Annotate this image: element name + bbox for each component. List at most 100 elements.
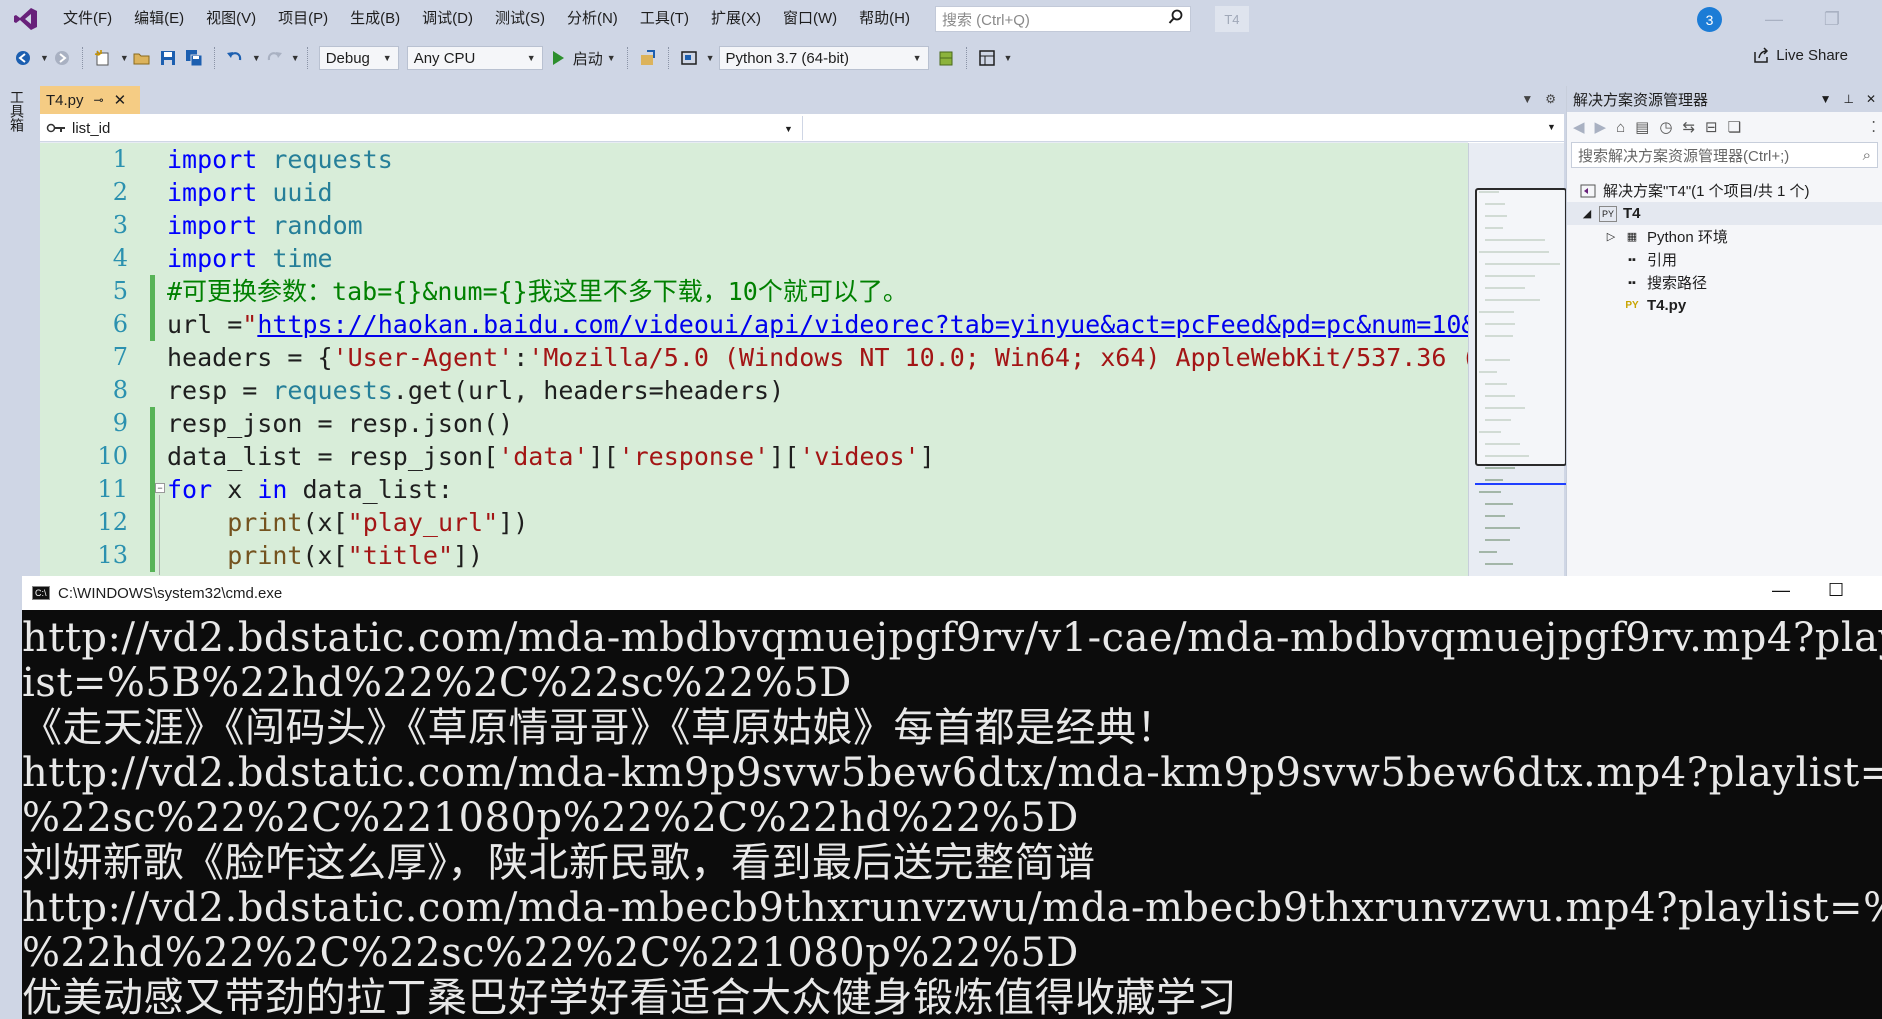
- python-packages-icon[interactable]: [935, 47, 957, 69]
- solution-name-tag: T4: [1214, 6, 1249, 32]
- menu-item[interactable]: 测试(S): [484, 0, 556, 38]
- tree-item-search-paths[interactable]: ▪▪ 搜索路径: [1623, 271, 1707, 294]
- code-text-area[interactable]: 1 2 3 4 5 6 7 8 9 10 11 12 13 import requests import …: [40, 143, 1468, 576]
- visual-studio-logo-icon[interactable]: [0, 0, 52, 38]
- code-token[interactable]: https://haokan.baidu.com/videoui/api/vid…: [257, 310, 1468, 339]
- search-input[interactable]: 搜索 (Ctrl+Q): [934, 6, 1191, 32]
- code-token: requests: [257, 145, 393, 174]
- collapse-icon[interactable]: −: [155, 483, 165, 493]
- sync-icon[interactable]: ⇆: [1682, 118, 1695, 136]
- window-position-dropdown-icon[interactable]: ▼: [1820, 92, 1832, 106]
- pin-icon[interactable]: ⊥: [1843, 92, 1853, 106]
- minimap-scrollbar[interactable]: [1468, 143, 1567, 576]
- menu-bar: 文件(F) 编辑(E) 视图(V) 项目(P) 生成(B) 调试(D) 测试(S) 分析(N)…: [0, 0, 1882, 38]
- cmd-window[interactable]: C:\ C:\WINDOWS\system32\cmd.exe — ☐ http…: [22, 576, 1882, 1019]
- close-icon[interactable]: ✕: [1866, 92, 1876, 106]
- menu-item[interactable]: 项目(P): [267, 0, 339, 38]
- collapse-all-icon[interactable]: ⊟: [1705, 118, 1718, 136]
- solution-configuration-dropdown[interactable]: Debug ▼: [318, 46, 399, 70]
- code-line[interactable]: for x in data_list:: [167, 473, 453, 506]
- scope-dropdown[interactable]: ▼: [802, 116, 1558, 140]
- redo-caret-icon[interactable]: ▼: [291, 53, 300, 63]
- more-options-icon[interactable]: ⁚: [1871, 118, 1876, 136]
- forward-arrow-icon[interactable]: [51, 47, 73, 69]
- member-dropdown[interactable]: list_id ▼: [40, 116, 798, 140]
- menu-item[interactable]: 扩展(X): [700, 0, 772, 38]
- settings-gear-icon[interactable]: ⚙: [1545, 92, 1556, 106]
- code-line[interactable]: data_list = resp_json['data']['response'…: [167, 440, 935, 473]
- window-layout-icon[interactable]: [678, 47, 700, 69]
- pending-changes-filter-icon[interactable]: ◷: [1659, 118, 1672, 136]
- restore-icon[interactable]: ❐: [1820, 8, 1844, 30]
- redo-icon[interactable]: [263, 47, 285, 69]
- menu-item[interactable]: 窗口(W): [772, 0, 848, 38]
- solution-platform-dropdown[interactable]: Any CPU ▼: [406, 46, 543, 70]
- back-dropdown-caret-icon[interactable]: ▼: [40, 53, 49, 63]
- code-line[interactable]: print(x["title"]): [167, 539, 483, 572]
- home-icon[interactable]: ⌂: [1616, 119, 1625, 136]
- minimap-viewport[interactable]: [1475, 188, 1567, 466]
- code-line[interactable]: url ="https://haokan.baidu.com/videoui/a…: [167, 308, 1468, 341]
- code-line[interactable]: resp_json = resp.json(): [167, 407, 513, 440]
- code-line[interactable]: import random: [167, 209, 363, 242]
- toolbar-overflow-caret-icon[interactable]: ▼: [1004, 53, 1013, 63]
- collapsed-arrow-icon[interactable]: ▷: [1605, 229, 1617, 245]
- cmd-titlebar[interactable]: C:\ C:\WINDOWS\system32\cmd.exe — ☐: [22, 576, 1882, 610]
- pin-icon[interactable]: ⊸: [94, 93, 104, 107]
- code-lines[interactable]: import requests import uuid import random i…: [167, 143, 1468, 576]
- menu-item[interactable]: 编辑(E): [123, 0, 195, 38]
- code-line[interactable]: import uuid: [167, 176, 333, 209]
- minimize-icon[interactable]: —: [1772, 580, 1790, 601]
- forward-icon[interactable]: ▶: [1595, 118, 1607, 136]
- new-project-icon[interactable]: [92, 47, 114, 69]
- tab-t4-py[interactable]: T4.py ⊸ ✕: [40, 86, 140, 114]
- minimize-icon[interactable]: —: [1762, 8, 1786, 30]
- start-button[interactable]: 启动 ▼: [551, 48, 616, 69]
- code-line[interactable]: resp = requests.get(url, headers=headers…: [167, 374, 784, 407]
- switch-views-icon[interactable]: ▤: [1635, 118, 1649, 136]
- show-all-files-icon[interactable]: ❏: [1728, 118, 1741, 136]
- solution-node[interactable]: 解决方案"T4"(1 个项目/共 1 个): [1579, 179, 1810, 202]
- back-arrow-icon[interactable]: [12, 47, 34, 69]
- menu-item[interactable]: 文件(F): [52, 0, 123, 38]
- cmd-output[interactable]: http://vd2.bdstatic.com/mda-mbdbvqmuejpg…: [22, 616, 1882, 1019]
- back-icon[interactable]: ◀: [1573, 118, 1585, 136]
- tree-item-references[interactable]: ▪▪ 引用: [1623, 248, 1677, 271]
- menu-item[interactable]: 工具(T): [629, 0, 700, 38]
- menu-item[interactable]: 分析(N): [556, 0, 629, 38]
- save-icon[interactable]: [157, 47, 179, 69]
- code-line[interactable]: headers = {'User-Agent':'Mozilla/5.0 (Wi…: [167, 341, 1468, 374]
- code-line[interactable]: import requests: [167, 143, 393, 176]
- layout-caret-icon[interactable]: ▼: [706, 53, 715, 63]
- save-all-icon[interactable]: [183, 47, 205, 69]
- panel-layout-icon[interactable]: [976, 47, 998, 69]
- close-icon[interactable]: ✕: [114, 91, 127, 109]
- toolbox-strip: [0, 86, 30, 576]
- menu-item[interactable]: 调试(D): [411, 0, 484, 38]
- menu-item[interactable]: 生成(B): [339, 0, 411, 38]
- live-share-button[interactable]: Live Share: [1752, 46, 1848, 64]
- toolbox-tab[interactable]: 工具箱: [7, 90, 27, 132]
- undo-icon[interactable]: [224, 47, 246, 69]
- minimap[interactable]: [1475, 183, 1567, 565]
- code-line[interactable]: import time: [167, 242, 333, 275]
- attach-process-icon[interactable]: [637, 47, 659, 69]
- new-project-caret-icon[interactable]: ▼: [120, 53, 129, 63]
- undo-caret-icon[interactable]: ▼: [252, 53, 261, 63]
- notification-badge[interactable]: 3: [1697, 7, 1722, 32]
- tree-item-t4-py[interactable]: PY T4.py: [1623, 294, 1686, 317]
- minimap-line: [1479, 491, 1501, 493]
- menu-item[interactable]: 视图(V): [195, 0, 267, 38]
- project-node-t4[interactable]: ◢ PY T4: [1581, 202, 1641, 225]
- expanded-arrow-icon[interactable]: ◢: [1581, 206, 1593, 222]
- code-line[interactable]: #可更换参数：tab={}&num={}我这里不多下载，10个就可以了。: [167, 275, 908, 308]
- python-environment-dropdown[interactable]: Python 3.7 (64-bit) ▼: [718, 46, 929, 70]
- code-line[interactable]: print(x["play_url"]): [167, 506, 528, 539]
- maximize-icon[interactable]: ☐: [1828, 580, 1844, 601]
- code-token: "title": [347, 541, 453, 570]
- tree-item-python-env[interactable]: ▷ ▦ Python 环境: [1605, 225, 1728, 248]
- open-folder-icon[interactable]: [131, 47, 153, 69]
- tab-list-dropdown-icon[interactable]: ▼: [1521, 92, 1533, 106]
- menu-item[interactable]: 帮助(H): [848, 0, 921, 38]
- solution-search-input[interactable]: 搜索解决方案资源管理器(Ctrl+;) ⌕: [1571, 142, 1878, 168]
